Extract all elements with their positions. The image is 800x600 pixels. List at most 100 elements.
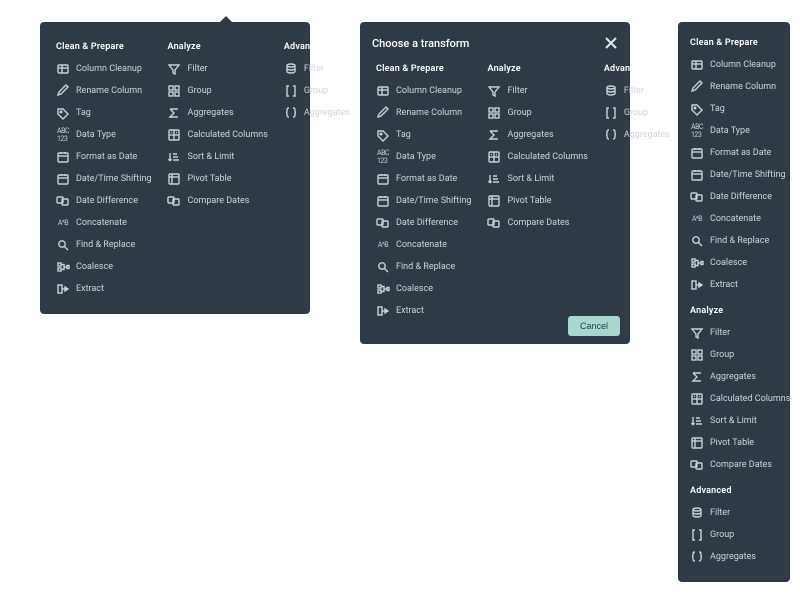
item-column-cleanup[interactable]: Column Cleanup: [678, 54, 790, 76]
item-label: Aggregates: [624, 130, 670, 141]
item-extract[interactable]: Extract: [372, 300, 475, 322]
modal-title: Choose a transform: [372, 37, 469, 50]
search-icon: [376, 260, 390, 274]
item-find-replace[interactable]: Find & Replace: [52, 234, 155, 256]
item-format-as-date[interactable]: Format as Date: [372, 168, 475, 190]
pencil-icon: [376, 106, 390, 120]
item-format-as-date[interactable]: Format as Date: [678, 142, 790, 164]
funnel-icon: [690, 326, 704, 340]
table-icon: [376, 84, 390, 98]
item-tag[interactable]: Tag: [52, 102, 155, 124]
item-label: Coalesce: [710, 258, 747, 269]
item-compare-dates[interactable]: Compare Dates: [163, 190, 271, 212]
item-group[interactable]: Group: [163, 80, 271, 102]
item-coalesce[interactable]: Coalesce: [678, 252, 790, 274]
calendar-diff-icon: [690, 190, 704, 204]
calendar-icon: [376, 172, 390, 186]
item-label: Column Cleanup: [396, 86, 462, 97]
item-adv-filter[interactable]: Filter: [280, 58, 354, 80]
item-adv-aggregates[interactable]: Aggregates: [600, 124, 674, 146]
item-format-as-date[interactable]: Format as Date: [52, 146, 155, 168]
item-rename-column[interactable]: Rename Column: [52, 80, 155, 102]
section-clean-title: Clean & Prepare: [372, 58, 475, 80]
calendar-shift-icon: [690, 168, 704, 182]
item-calculated-columns[interactable]: Calculated Columns: [483, 146, 591, 168]
item-filter[interactable]: Filter: [483, 80, 591, 102]
item-label: Tag: [710, 104, 725, 115]
item-label: Group: [187, 86, 211, 97]
table-icon: [690, 58, 704, 72]
item-tag[interactable]: Tag: [372, 124, 475, 146]
item-label: Pivot Table: [710, 438, 754, 449]
item-date-time-shifting[interactable]: Date/Time Shifting: [678, 164, 790, 186]
item-adv-aggregates[interactable]: Aggregates: [280, 102, 354, 124]
item-label: Aggregates: [187, 108, 233, 119]
item-label: Group: [710, 350, 734, 361]
coalesce-icon: [690, 256, 704, 270]
item-sort-limit[interactable]: Sort & Limit: [678, 410, 790, 432]
calendar-icon: [690, 146, 704, 160]
item-aggregates[interactable]: Aggregates: [678, 366, 790, 388]
item-label: Filter: [187, 64, 207, 75]
item-pivot-table[interactable]: Pivot Table: [163, 168, 271, 190]
item-aggregates[interactable]: Aggregates: [483, 124, 591, 146]
section-analyze-title: Analyze: [163, 36, 271, 58]
item-tag[interactable]: Tag: [678, 98, 790, 120]
sigma-icon: [487, 128, 501, 142]
brackets-icon: [690, 528, 704, 542]
item-pivot-table[interactable]: Pivot Table: [483, 190, 591, 212]
item-column-cleanup[interactable]: Column Cleanup: [52, 58, 155, 80]
item-label: Rename Column: [710, 82, 776, 93]
item-adv-filter[interactable]: Filter: [678, 502, 790, 524]
item-adv-group[interactable]: Group: [280, 80, 354, 102]
item-rename-column[interactable]: Rename Column: [678, 76, 790, 98]
calendar-compare-icon: [167, 194, 181, 208]
item-calculated-columns[interactable]: Calculated Columns: [163, 124, 271, 146]
item-coalesce[interactable]: Coalesce: [372, 278, 475, 300]
group-icon: [690, 348, 704, 362]
item-compare-dates[interactable]: Compare Dates: [483, 212, 591, 234]
item-data-type[interactable]: ABC123Data Type: [372, 146, 475, 168]
item-date-difference[interactable]: Date Difference: [678, 186, 790, 208]
item-find-replace[interactable]: Find & Replace: [372, 256, 475, 278]
item-date-difference[interactable]: Date Difference: [372, 212, 475, 234]
item-filter[interactable]: Filter: [163, 58, 271, 80]
item-concatenate[interactable]: A^BConcatenate: [52, 212, 155, 234]
item-coalesce[interactable]: Coalesce: [52, 256, 155, 278]
item-sort-limit[interactable]: Sort & Limit: [163, 146, 271, 168]
item-column-cleanup[interactable]: Column Cleanup: [372, 80, 475, 102]
item-concatenate[interactable]: A^BConcatenate: [678, 208, 790, 230]
item-concatenate[interactable]: A^BConcatenate: [372, 234, 475, 256]
item-rename-column[interactable]: Rename Column: [372, 102, 475, 124]
braces-icon: [690, 550, 704, 564]
cancel-button[interactable]: Cancel: [568, 316, 620, 336]
item-label: Find & Replace: [76, 240, 135, 251]
calendar-compare-icon: [690, 458, 704, 472]
item-data-type[interactable]: ABC123Data Type: [678, 120, 790, 142]
item-group[interactable]: Group: [678, 344, 790, 366]
item-aggregates[interactable]: Aggregates: [163, 102, 271, 124]
item-sort-limit[interactable]: Sort & Limit: [483, 168, 591, 190]
item-group[interactable]: Group: [483, 102, 591, 124]
item-label: Group: [710, 530, 734, 541]
item-label: Concatenate: [76, 218, 127, 229]
item-adv-group[interactable]: Group: [678, 524, 790, 546]
item-date-time-shifting[interactable]: Date/Time Shifting: [372, 190, 475, 212]
item-compare-dates[interactable]: Compare Dates: [678, 454, 790, 476]
item-extract[interactable]: Extract: [52, 278, 155, 300]
item-data-type[interactable]: ABC123Data Type: [52, 124, 155, 146]
item-pivot-table[interactable]: Pivot Table: [678, 432, 790, 454]
item-label: Date/Time Shifting: [710, 170, 785, 181]
item-find-replace[interactable]: Find & Replace: [678, 230, 790, 252]
item-adv-filter[interactable]: Filter: [600, 80, 674, 102]
item-date-time-shifting[interactable]: Date/Time Shifting: [52, 168, 155, 190]
item-calculated-columns[interactable]: Calculated Columns: [678, 388, 790, 410]
item-filter[interactable]: Filter: [678, 322, 790, 344]
item-adv-aggregates[interactable]: Aggregates: [678, 546, 790, 568]
close-icon[interactable]: [604, 36, 618, 50]
calendar-shift-icon: [376, 194, 390, 208]
sigma-icon: [167, 106, 181, 120]
item-adv-group[interactable]: Group: [600, 102, 674, 124]
item-extract[interactable]: Extract: [678, 274, 790, 296]
item-date-difference[interactable]: Date Difference: [52, 190, 155, 212]
